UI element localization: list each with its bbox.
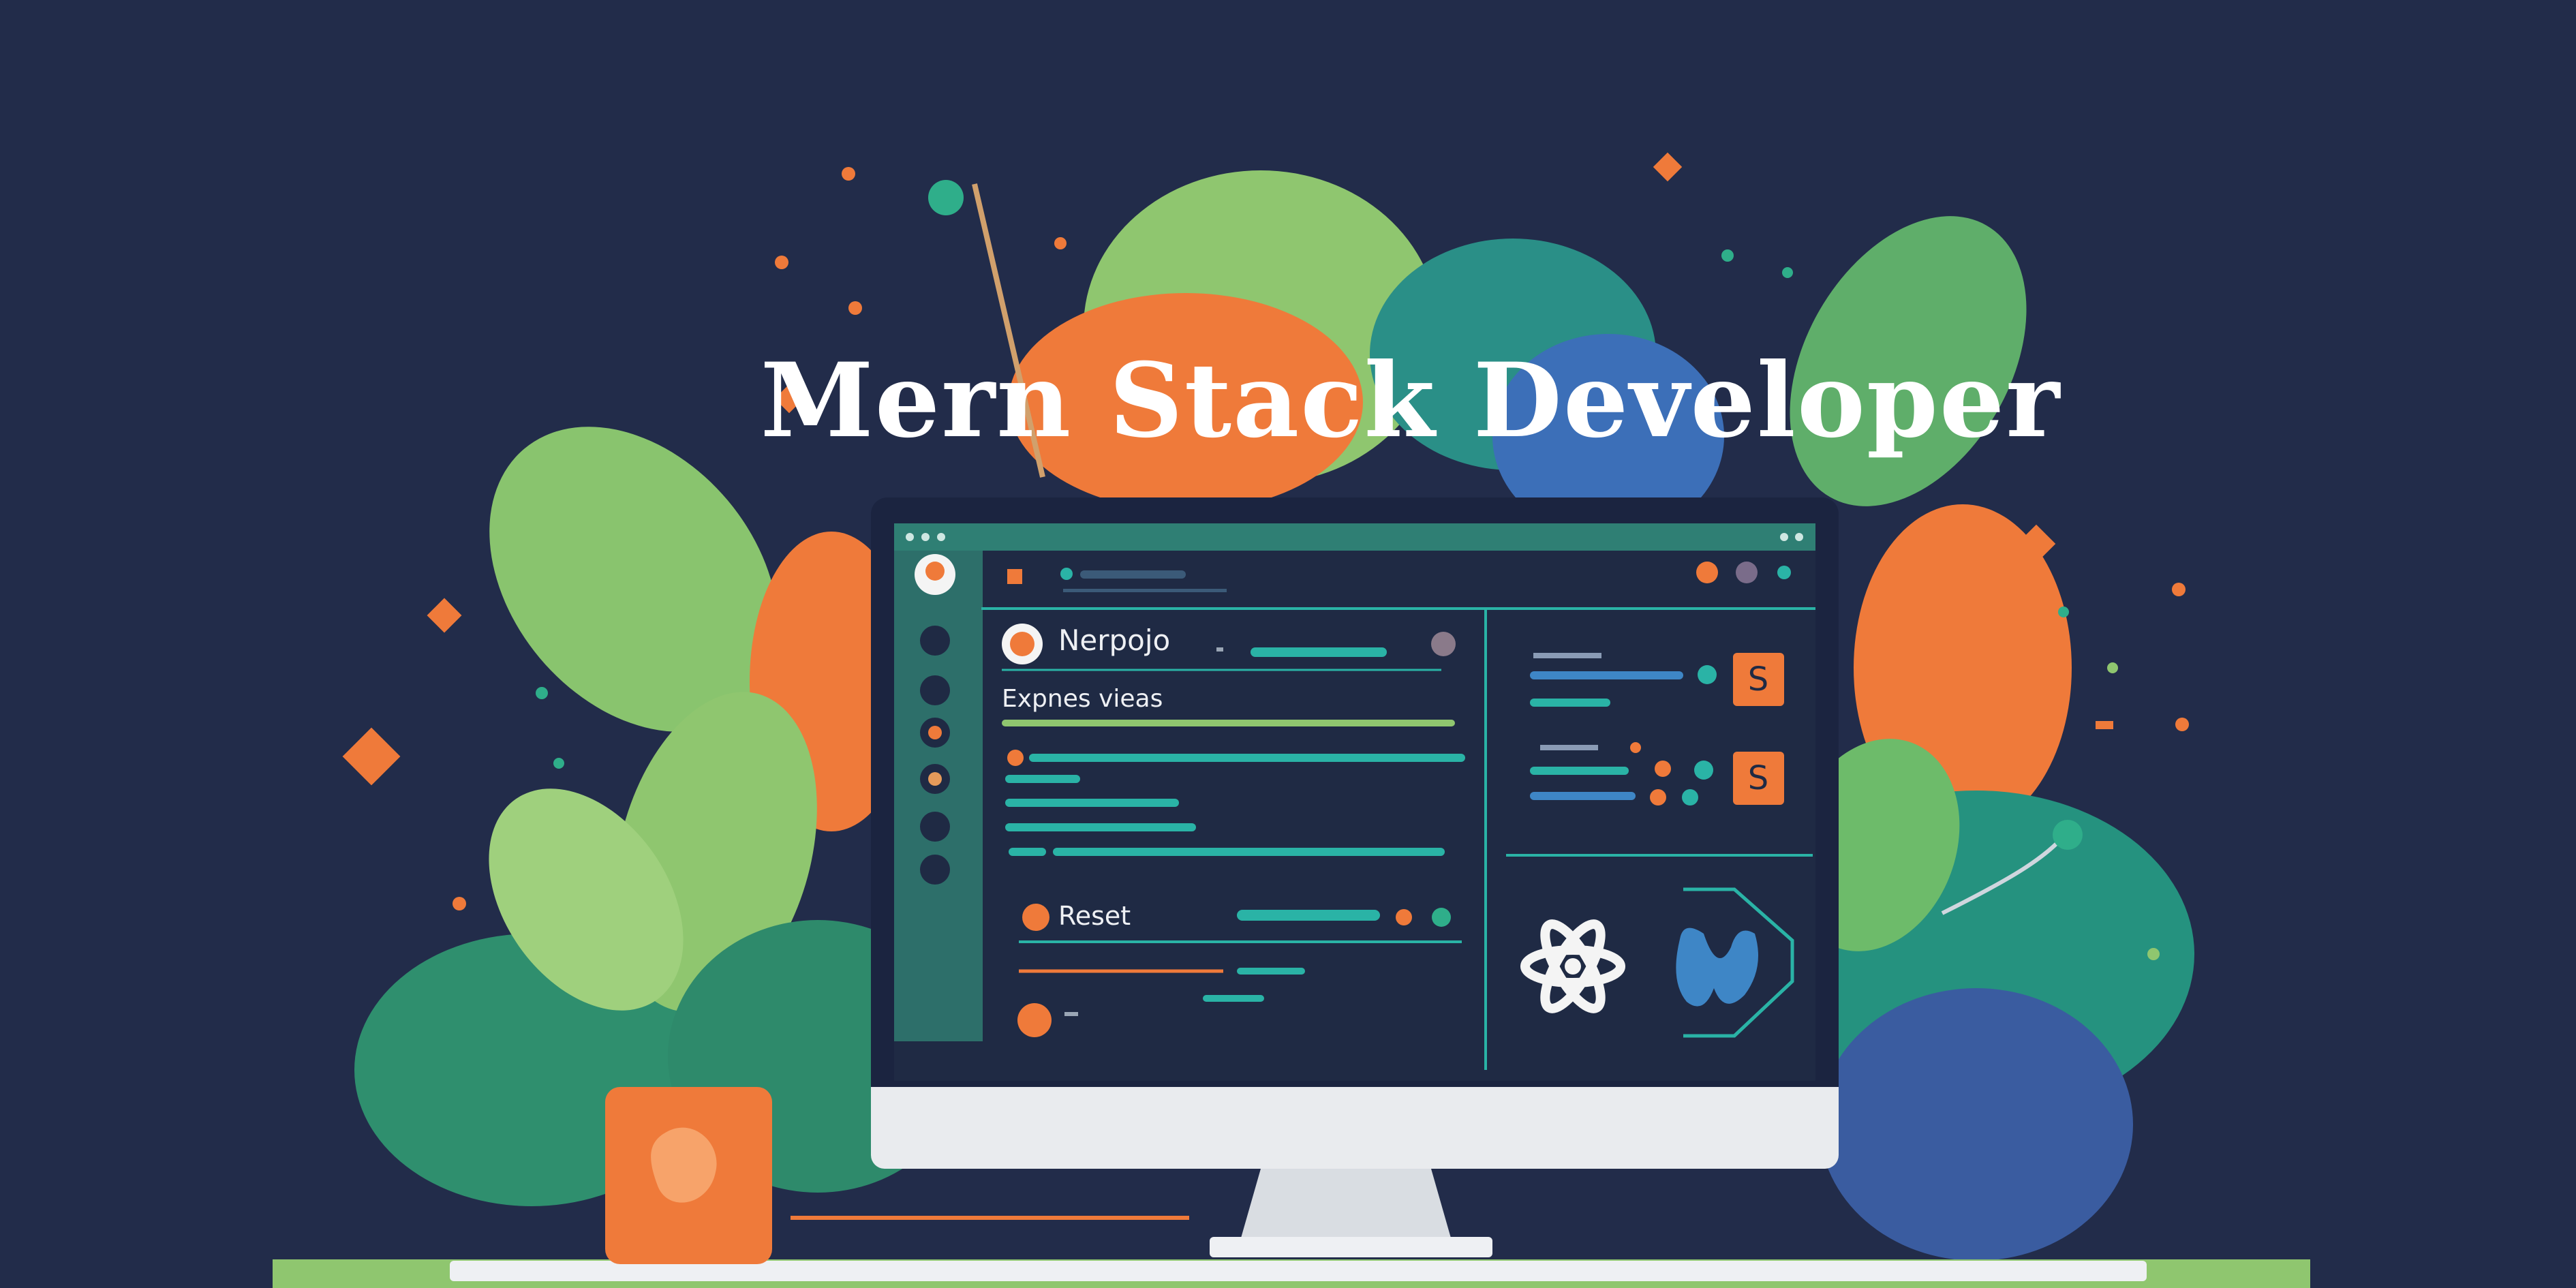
badge-s-1-text: S [1748, 660, 1768, 699]
reset-button[interactable]: Reset [1058, 901, 1131, 931]
page-title: Mern Stack Developer [760, 341, 2061, 461]
badge-s-2-text: S [1748, 759, 1768, 797]
monitor: S S [871, 497, 1839, 1257]
illustration: S S [273, 152, 2310, 1288]
app-name-label: Nerpojo [1058, 624, 1171, 657]
flower-pot [605, 1087, 772, 1264]
section-label: Expnes vieas [1002, 685, 1163, 713]
